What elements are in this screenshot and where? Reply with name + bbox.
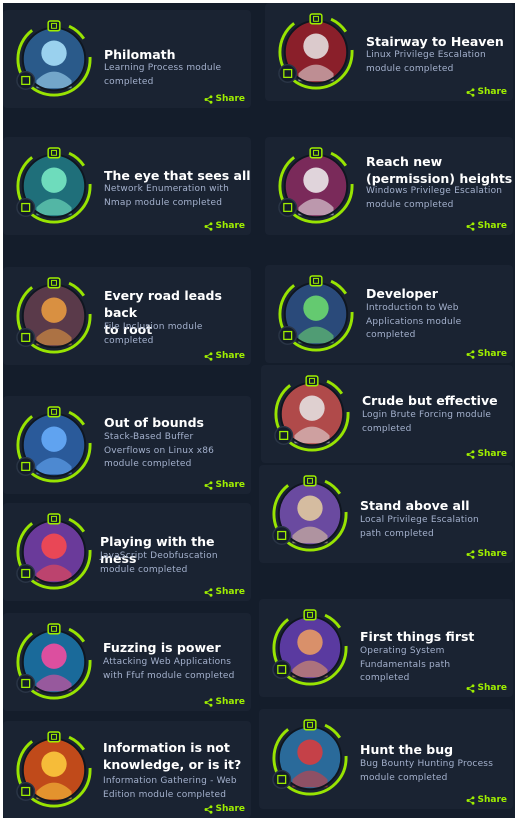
reading-robot-badge-icon [15,20,93,98]
share-label: Share [477,449,507,459]
share-button[interactable]: Share [204,697,245,707]
achievement-description: Operating System Fundamentals path compl… [360,646,451,683]
achievement-card: Stand above all Local Privilege Escalati… [259,465,513,563]
stairway-badge-icon [277,13,355,91]
share-icon [466,795,475,805]
share-button[interactable]: Share [466,349,507,359]
achievement-card: Developer Introduction to Web Applicatio… [265,265,513,363]
share-icon [204,351,213,361]
achievement-title: Hunt the bug [360,742,454,757]
masked-hero-badge-icon [15,731,93,809]
achievement-description: Bug Bounty Hunting Process module comple… [360,759,494,783]
achievement-title: Stairway to Heaven [366,34,504,49]
wizard-badge-icon [271,475,349,553]
share-label: Share [215,697,245,707]
share-label: Share [477,549,507,559]
achievement-description: Login Brute Forcing module completed [362,410,492,434]
achievement-card: Out of bounds Stack-Based Buffer Overflo… [3,396,251,494]
share-label: Share [215,351,245,361]
achievement-title: Out of bounds [104,415,204,430]
share-label: Share [477,349,507,359]
achievement-title: Philomath [104,47,176,62]
achievement-title: Crude but effective [362,393,498,408]
share-button[interactable]: Share [466,87,507,97]
achievement-description: Learning Process module completed [104,63,222,87]
share-button[interactable]: Share [466,449,507,459]
yeti-badge-icon [277,147,355,225]
share-button[interactable]: Share [466,549,507,559]
share-icon [204,480,213,490]
achievement-description: Stack-Based Buffer Overflows on Linux x8… [104,432,215,469]
share-button[interactable]: Share [204,587,245,597]
achievement-card: Fuzzing is power Attacking Web Applicati… [3,613,251,711]
achievement-card: Reach new (permission) heights Windows P… [265,137,513,235]
achievement-card: Philomath Learning Process module comple… [3,10,251,108]
achievement-card: Information is not knowledge, or is it? … [3,721,251,818]
robot-face-badge-icon [273,375,351,453]
share-icon [466,221,475,231]
hero-badge-icon [15,623,93,701]
achievement-title: Information is not knowledge, or is it? [103,740,242,772]
share-icon [204,697,213,707]
achievement-description: Introduction to Web Applications module … [366,303,462,340]
achievement-title: Stand above all [360,498,470,513]
share-icon [466,349,475,359]
eye-badge-icon [15,147,93,225]
achievement-title: Fuzzing is power [103,640,221,655]
share-button[interactable]: Share [204,221,245,231]
share-icon [466,549,475,559]
developer-badge-icon [277,275,355,353]
share-label: Share [477,683,507,693]
share-icon [466,449,475,459]
share-label: Share [477,795,507,805]
share-label: Share [215,480,245,490]
knight-badge-icon [15,406,93,484]
share-label: Share [215,221,245,231]
achievement-card: Crude but effective Login Brute Forcing … [261,365,513,463]
share-label: Share [215,804,245,814]
share-label: Share [215,94,245,104]
achievement-description: Windows Privilege Escalation module comp… [366,186,503,210]
achievement-card: Playing with the mess JavaScript Deobfus… [3,503,251,601]
share-label: Share [477,221,507,231]
achievement-title: Reach new (permission) heights [366,154,513,186]
share-icon [204,94,213,104]
achievement-card: Hunt the bug Bug Bounty Hunting Process … [259,709,513,809]
achievement-description: JavaScript Deobfuscation module complete… [100,551,218,575]
achievement-description: Linux Privilege Escalation module comple… [366,50,486,74]
share-button[interactable]: Share [204,804,245,814]
share-button[interactable]: Share [466,795,507,805]
achievement-description: Local Privilege Escalation path complete… [360,515,479,539]
share-label: Share [477,87,507,97]
share-button[interactable]: Share [204,480,245,490]
achievement-title: First things first [360,629,475,644]
share-icon [204,221,213,231]
share-icon [466,87,475,97]
achievement-description: Information Gathering - Web Edition modu… [103,776,237,800]
cat-badge-icon [15,513,93,591]
achievements-board: Philomath Learning Process module comple… [3,3,515,818]
achievement-title: The eye that sees all [104,168,251,183]
road-badge-icon [15,277,93,355]
share-button[interactable]: Share [466,683,507,693]
achievement-description: File Inclusion module completed [104,322,203,346]
achievement-description: Attacking Web Applications with Ffuf mod… [103,657,235,681]
achievement-description: Network Enumeration with Nmap module com… [104,184,230,208]
share-button[interactable]: Share [204,351,245,361]
achievement-card: Stairway to Heaven Linux Privilege Escal… [265,3,513,101]
helmet-badge-icon [271,719,349,797]
share-icon [204,587,213,597]
share-icon [466,683,475,693]
share-icon [204,804,213,814]
achievement-card: Every road leads back to root File Inclu… [3,267,251,365]
achievement-card: First things first Operating System Fund… [259,599,513,697]
share-button[interactable]: Share [466,221,507,231]
achievement-card: The eye that sees all Network Enumeratio… [3,137,251,235]
achievement-title: Developer [366,286,438,301]
share-label: Share [215,587,245,597]
share-button[interactable]: Share [204,94,245,104]
astronaut-badge-icon [271,609,349,687]
